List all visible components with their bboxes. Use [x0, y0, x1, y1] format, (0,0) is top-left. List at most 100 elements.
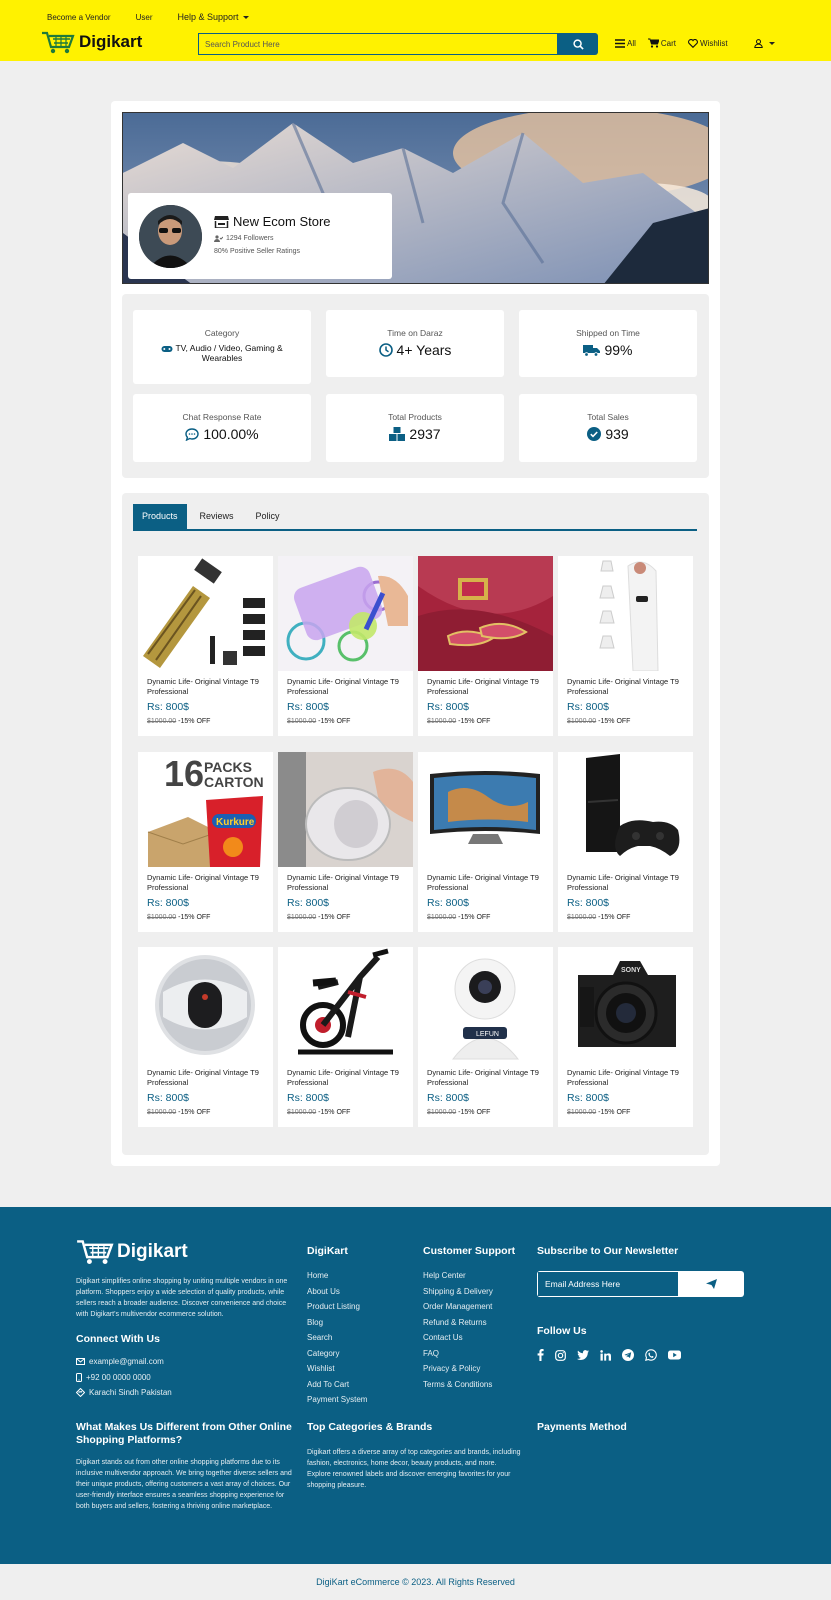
- cart-button[interactable]: Cart: [647, 38, 676, 48]
- clock-icon: [378, 343, 393, 357]
- product-card[interactable]: SONY Dynamic Life- Original Vintage T9 P…: [558, 947, 693, 1127]
- youtube-icon[interactable]: [668, 1350, 681, 1360]
- become-vendor-link[interactable]: Become a Vendor: [47, 13, 111, 22]
- footer-link-order-management[interactable]: Order Management: [423, 1302, 493, 1318]
- footer-link-search[interactable]: Search: [307, 1333, 367, 1349]
- support-links: Help Center Shipping & Delivery Order Ma…: [423, 1271, 493, 1395]
- newsletter-email-input[interactable]: [537, 1271, 679, 1297]
- stat-total-products: Total Products 2937: [326, 394, 504, 462]
- footer-link-home[interactable]: Home: [307, 1271, 367, 1287]
- product-card[interactable]: Dynamic Life- Original Vintage T9 Profes…: [418, 556, 553, 736]
- footer-link-help-center[interactable]: Help Center: [423, 1271, 493, 1287]
- help-support-label: Help & Support: [177, 12, 239, 22]
- stat-label: Time on Daraz: [387, 328, 443, 338]
- footer-link-about[interactable]: About Us: [307, 1287, 367, 1303]
- product-price: Rs: 800$: [567, 701, 610, 713]
- tab-products[interactable]: Products: [133, 504, 187, 529]
- product-title[interactable]: Dynamic Life- Original Vintage T9 Profes…: [287, 677, 409, 696]
- footer-link-shipping[interactable]: Shipping & Delivery: [423, 1287, 493, 1303]
- footer-link-add-to-cart[interactable]: Add To Cart: [307, 1380, 367, 1396]
- search-button[interactable]: [558, 33, 598, 55]
- help-support-dropdown[interactable]: Help & Support: [178, 12, 249, 22]
- product-card[interactable]: Dynamic Life- Original Vintage T9 Profes…: [558, 752, 693, 932]
- old-price: $1000.00: [147, 914, 177, 921]
- user-link[interactable]: User: [136, 13, 153, 22]
- product-card[interactable]: Dynamic Life- Original Vintage T9 Profes…: [138, 556, 273, 736]
- user-menu[interactable]: [753, 38, 775, 48]
- old-price: $1000.00: [567, 718, 597, 725]
- product-title[interactable]: Dynamic Life- Original Vintage T9 Profes…: [147, 677, 269, 696]
- telegram-icon[interactable]: [622, 1349, 634, 1361]
- newsletter-submit-button[interactable]: [679, 1271, 744, 1297]
- product-title[interactable]: Dynamic Life- Original Vintage T9 Profes…: [287, 873, 409, 892]
- copyright-bar: DigiKart eCommerce © 2023. All Rights Re…: [0, 1564, 831, 1600]
- instagram-icon[interactable]: [555, 1349, 566, 1361]
- product-card[interactable]: Dynamic Life- Original Vintage T9 Profes…: [418, 752, 553, 932]
- all-categories-button[interactable]: All: [615, 39, 636, 48]
- tab-policy[interactable]: Policy: [247, 504, 289, 529]
- product-title[interactable]: Dynamic Life- Original Vintage T9 Profes…: [567, 677, 689, 696]
- product-old-price: $1000.00 -15% OFF: [427, 1109, 490, 1116]
- logo[interactable]: Digikart: [41, 30, 142, 54]
- footer-link-terms[interactable]: Terms & Conditions: [423, 1380, 493, 1396]
- linkedin-icon[interactable]: [600, 1349, 611, 1361]
- support-heading: Customer Support: [423, 1245, 516, 1257]
- product-price: Rs: 800$: [287, 701, 330, 713]
- product-card[interactable]: Dynamic Life- Original Vintage T9 Profes…: [558, 556, 693, 736]
- product-card[interactable]: Dynamic Life- Original Vintage T9 Profes…: [138, 947, 273, 1127]
- tab-reviews[interactable]: Reviews: [191, 504, 243, 529]
- facebook-icon[interactable]: [537, 1349, 544, 1361]
- discount-badge: -15% OFF: [458, 718, 491, 725]
- product-card[interactable]: 16 PACKS CARTON Kurkure Dynamic Life- Or…: [138, 752, 273, 932]
- product-card[interactable]: Dynamic Life- Original Vintage T9 Profes…: [278, 947, 413, 1127]
- product-title[interactable]: Dynamic Life- Original Vintage T9 Profes…: [147, 873, 269, 892]
- twitter-icon[interactable]: [577, 1350, 589, 1360]
- product-title[interactable]: Dynamic Life- Original Vintage T9 Profes…: [427, 677, 549, 696]
- whatsapp-icon[interactable]: [645, 1349, 657, 1361]
- discount-badge: -15% OFF: [458, 1109, 491, 1116]
- product-title[interactable]: Dynamic Life- Original Vintage T9 Profes…: [287, 1068, 409, 1087]
- connect-heading: Connect With Us: [76, 1333, 160, 1345]
- product-price: Rs: 800$: [427, 1092, 470, 1104]
- product-title[interactable]: Dynamic Life- Original Vintage T9 Profes…: [567, 873, 689, 892]
- product-title[interactable]: Dynamic Life- Original Vintage T9 Profes…: [427, 1068, 549, 1087]
- stat-label: Category: [204, 328, 240, 338]
- categories-text: Digikart offers a diverse array of top c…: [307, 1449, 521, 1489]
- email-text: example@gmail.com: [89, 1357, 164, 1367]
- old-price: $1000.00: [427, 718, 457, 725]
- product-old-price: $1000.00 -15% OFF: [147, 718, 210, 725]
- footer-link-blog[interactable]: Blog: [307, 1318, 367, 1334]
- product-card[interactable]: Dynamic Life- Original Vintage T9 Profes…: [278, 556, 413, 736]
- product-title[interactable]: Dynamic Life- Original Vintage T9 Profes…: [427, 873, 549, 892]
- discount-badge: -15% OFF: [598, 914, 631, 921]
- product-card[interactable]: Dynamic Life- Original Vintage T9 Profes…: [278, 752, 413, 932]
- product-title[interactable]: Dynamic Life- Original Vintage T9 Profes…: [147, 1068, 269, 1087]
- carton-text: CARTON: [204, 774, 264, 790]
- store-name-text: New Ecom Store: [233, 214, 331, 229]
- stat-value: 100.00%: [133, 426, 311, 442]
- discount-badge: -15% OFF: [598, 718, 631, 725]
- address-text: Karachi Sindh Pakistan: [89, 1388, 172, 1398]
- wishlist-button[interactable]: Wishlist: [688, 39, 728, 48]
- footer-link-contact[interactable]: Contact Us: [423, 1333, 493, 1349]
- kurkure-brand-text: Kurkure: [216, 817, 255, 828]
- check-circle-icon: [587, 427, 602, 441]
- chevron-down-icon: [768, 41, 775, 45]
- footer-link-refund[interactable]: Refund & Returns: [423, 1318, 493, 1334]
- product-title[interactable]: Dynamic Life- Original Vintage T9 Profes…: [567, 1068, 689, 1087]
- product-card[interactable]: LEFUN Dynamic Life- Original Vintage T9 …: [418, 947, 553, 1127]
- footer-link-wishlist[interactable]: Wishlist: [307, 1364, 367, 1380]
- footer-link-product-listing[interactable]: Product Listing: [307, 1302, 367, 1318]
- contact-phone[interactable]: +92 00 0000 0000: [76, 1370, 172, 1386]
- footer-logo[interactable]: Digikart: [76, 1238, 188, 1265]
- product-image-cctv: LEFUN: [418, 947, 553, 1062]
- footer-link-faq[interactable]: FAQ: [423, 1349, 493, 1365]
- chevron-down-icon: [242, 15, 249, 19]
- product-image-ps4: [558, 752, 693, 867]
- footer-link-category[interactable]: Category: [307, 1349, 367, 1365]
- footer-link-privacy[interactable]: Privacy & Policy: [423, 1364, 493, 1380]
- contact-email[interactable]: example@gmail.com: [76, 1354, 172, 1370]
- store-icon: [214, 216, 229, 228]
- footer-link-payment-system[interactable]: Payment System: [307, 1395, 367, 1411]
- search-input[interactable]: [198, 33, 558, 55]
